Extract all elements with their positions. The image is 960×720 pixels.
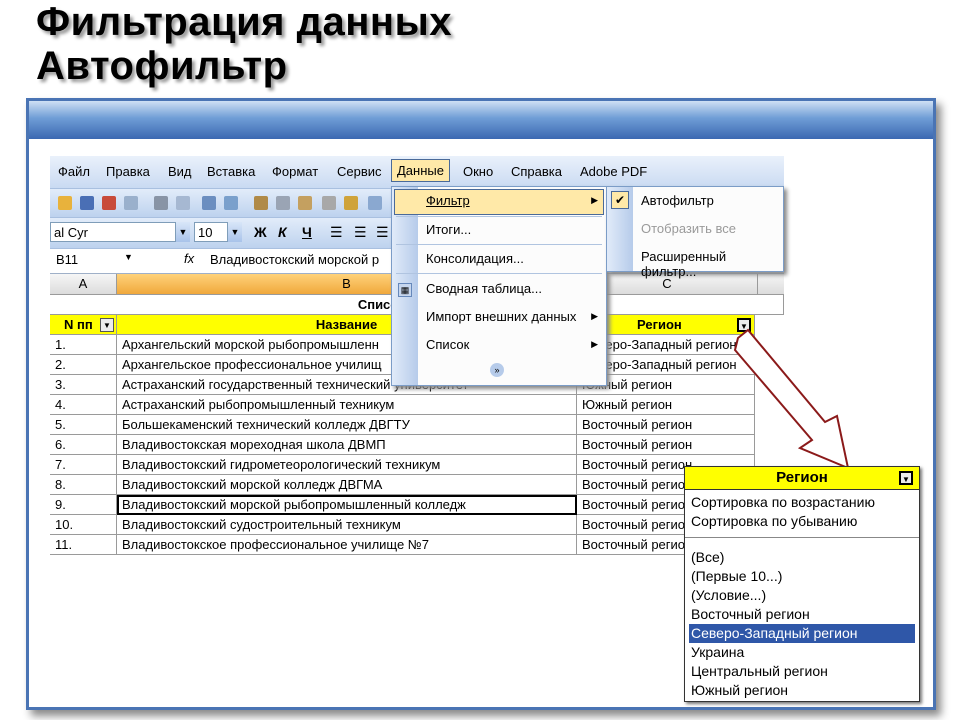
filter-option-south[interactable]: Южный регион <box>689 681 915 700</box>
sort-ascending-option[interactable]: Сортировка по возрастанию <box>689 493 915 512</box>
filter-option-all[interactable]: (Все) <box>689 548 915 567</box>
region-filter-dropdown: Регион ▼ Сортировка по возрастанию Сорти… <box>684 466 920 702</box>
sort-descending-option[interactable]: Сортировка по убыванию <box>689 512 915 531</box>
filter-option-top10[interactable]: (Первые 10...) <box>689 567 915 586</box>
filter-option-condition[interactable]: (Условие...) <box>689 586 915 605</box>
filter-option-ukraine[interactable]: Украина <box>689 643 915 662</box>
filter-option-northwest-selected[interactable]: Северо-Западный регион <box>689 624 915 643</box>
region-dropdown-arrow-icon[interactable]: ▼ <box>899 471 913 485</box>
filter-option-central[interactable]: Центральный регион <box>689 662 915 681</box>
dropdown-separator <box>685 537 919 538</box>
region-dropdown-header: Регион <box>685 467 919 490</box>
callout-arrow-shape <box>733 328 850 470</box>
filter-option-east[interactable]: Восточный регион <box>689 605 915 624</box>
